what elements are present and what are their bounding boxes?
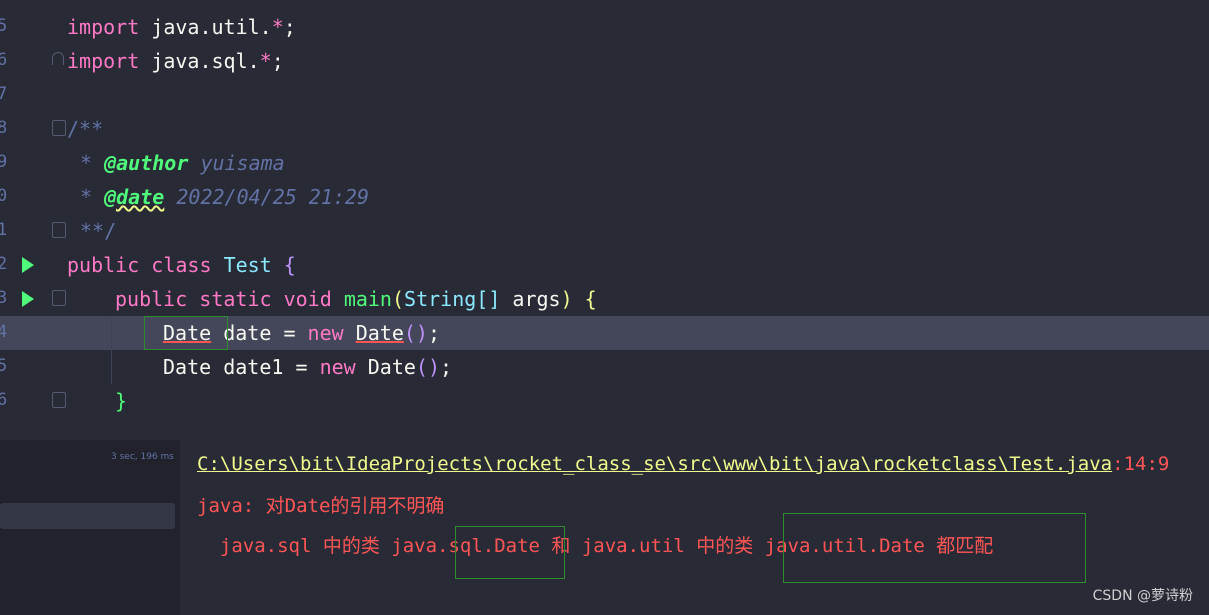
build-tree-selected-item[interactable] bbox=[0, 503, 175, 529]
line-number: 7 bbox=[0, 84, 8, 104]
line-number: 4 bbox=[0, 322, 8, 342]
code-line[interactable]: 6 import java.sql.*; bbox=[0, 44, 1209, 78]
line-number: 5 bbox=[0, 356, 8, 376]
highlight-box bbox=[455, 526, 565, 579]
build-output-panel[interactable]: 3 sec, 196 ms C:\Users\bit\IdeaProjects\… bbox=[0, 440, 1209, 615]
highlight-box bbox=[144, 316, 228, 350]
code-text[interactable]: Date date1 = new Date(); bbox=[163, 355, 452, 379]
build-tree[interactable]: 3 sec, 196 ms bbox=[0, 440, 180, 615]
fold-icon[interactable] bbox=[52, 290, 66, 306]
code-line[interactable]: 9 * @author yuisama bbox=[0, 146, 1209, 180]
code-line[interactable]: 7 bbox=[0, 78, 1209, 112]
line-number: 1 bbox=[0, 220, 8, 240]
code-line[interactable]: 1 **/ bbox=[0, 214, 1209, 248]
run-icon[interactable] bbox=[22, 291, 34, 307]
code-text[interactable]: * @author yuisama bbox=[80, 151, 285, 175]
error-message: java: 对Date的引用不明确 bbox=[197, 495, 445, 517]
line-number: 0 bbox=[0, 186, 8, 206]
build-time: 3 sec, 196 ms bbox=[111, 452, 174, 462]
code-text[interactable]: import java.sql.*; bbox=[67, 49, 284, 73]
run-icon[interactable] bbox=[22, 257, 34, 273]
fold-icon[interactable] bbox=[52, 52, 64, 65]
indent-guide bbox=[111, 318, 112, 384]
highlight-box bbox=[783, 513, 1086, 583]
watermark: CSDN @萝诗粉 bbox=[1092, 588, 1193, 604]
code-line[interactable]: 2 public class Test { bbox=[0, 248, 1209, 282]
error-location[interactable]: C:\Users\bit\IdeaProjects\rocket_class_s… bbox=[197, 453, 1169, 475]
code-text[interactable]: } bbox=[115, 389, 127, 413]
line-number: 6 bbox=[0, 390, 8, 410]
code-line[interactable]: 5 import java.util.*; bbox=[0, 10, 1209, 44]
line-number: 5 bbox=[0, 16, 8, 36]
line-number: 3 bbox=[0, 288, 8, 308]
code-line[interactable]: 8 /** bbox=[0, 112, 1209, 146]
code-text[interactable]: /** bbox=[67, 117, 103, 141]
fold-icon[interactable] bbox=[52, 120, 66, 136]
code-text[interactable]: public static void main(String[] args) { bbox=[115, 287, 597, 311]
code-text[interactable]: **/ bbox=[80, 219, 116, 243]
line-number: 6 bbox=[0, 50, 8, 70]
line-number: 9 bbox=[0, 152, 8, 172]
fold-icon[interactable] bbox=[52, 392, 66, 408]
code-line[interactable]: 0 * @date 2022/04/25 21:29 bbox=[0, 180, 1209, 214]
code-text[interactable]: * @date 2022/04/25 21:29 bbox=[80, 185, 369, 209]
line-number: 8 bbox=[0, 118, 8, 138]
code-line[interactable]: 3 public static void main(String[] args)… bbox=[0, 282, 1209, 316]
line-number: 2 bbox=[0, 254, 8, 274]
code-line[interactable]: 5 Date date1 = new Date(); bbox=[0, 350, 1209, 384]
fold-icon[interactable] bbox=[52, 222, 66, 238]
code-editor[interactable]: 5 import java.util.*; 6 import java.sql.… bbox=[0, 0, 1209, 440]
code-line[interactable]: 6 } bbox=[0, 384, 1209, 418]
code-text[interactable]: import java.util.*; bbox=[67, 15, 296, 39]
code-text[interactable]: public class Test { bbox=[67, 253, 296, 277]
file-path-link[interactable]: C:\Users\bit\IdeaProjects\rocket_class_s… bbox=[197, 453, 1112, 475]
